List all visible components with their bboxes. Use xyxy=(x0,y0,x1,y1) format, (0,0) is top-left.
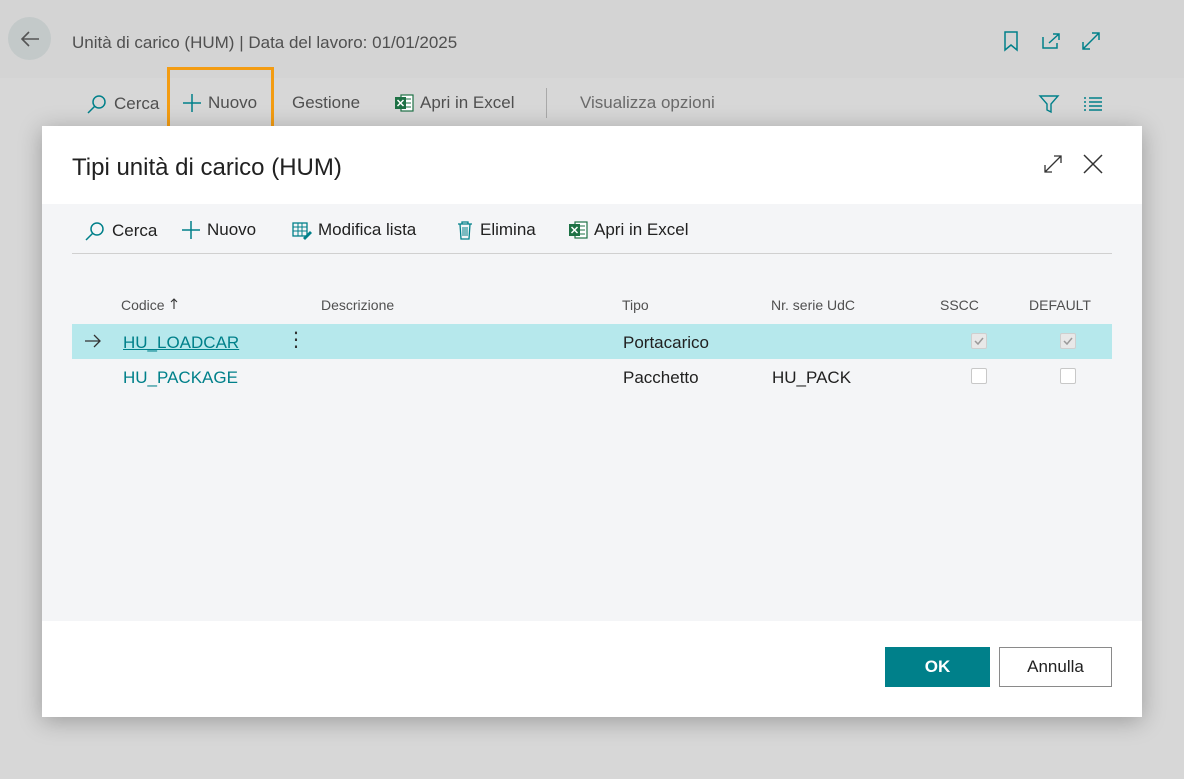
row-type: Portacarico xyxy=(623,333,709,352)
bg-search-label: Cerca xyxy=(114,94,160,113)
list-view-button[interactable] xyxy=(1082,93,1104,120)
column-header-code[interactable]: Codice xyxy=(121,297,178,313)
row-type: Pacchetto xyxy=(623,368,699,387)
column-header-sscc[interactable]: SSCC xyxy=(940,297,979,313)
dialog-title: Tipi unità di carico (HUM) xyxy=(72,154,342,181)
dialog-toolbar: Cerca Nuovo Modifica lista Elimina Apri … xyxy=(72,204,1112,254)
toolbar-separator xyxy=(546,88,547,118)
dialog-body: Cerca Nuovo Modifica lista Elimina Apri … xyxy=(42,204,1142,621)
expand-button[interactable] xyxy=(1080,30,1102,52)
share-button[interactable] xyxy=(1040,30,1062,52)
column-header-description[interactable]: Descrizione xyxy=(321,297,394,313)
cancel-button[interactable]: Annulla xyxy=(999,647,1112,687)
table-row[interactable]: HU_LOADCAR ⋮ Portacarico xyxy=(72,324,1112,359)
table-row[interactable]: HU_PACKAGE Pacchetto HU_PACK xyxy=(72,359,1112,394)
bg-manage-label: Gestione xyxy=(292,93,361,112)
dialog: Tipi unità di carico (HUM) Cerca Nuovo M… xyxy=(42,126,1142,717)
bg-view-options-label: Visualizza opzioni xyxy=(580,93,715,112)
excel-label: Apri in Excel xyxy=(594,220,689,239)
back-button[interactable] xyxy=(8,17,51,60)
bookmark-icon xyxy=(1004,31,1018,52)
bg-search-action[interactable]: Cerca xyxy=(86,93,159,115)
filter-button[interactable] xyxy=(1038,93,1060,120)
edit-list-icon xyxy=(292,222,312,240)
search-icon xyxy=(87,95,106,114)
dialog-close-button[interactable] xyxy=(1082,153,1104,180)
search-button[interactable]: Cerca xyxy=(84,220,157,242)
expand-icon xyxy=(1044,155,1062,173)
bookmark-button[interactable] xyxy=(1000,30,1022,52)
bg-excel-label: Apri in Excel xyxy=(420,93,515,112)
sort-ascending-icon xyxy=(171,298,178,309)
bg-manage-action[interactable]: Gestione xyxy=(292,93,360,113)
default-checkbox[interactable] xyxy=(1060,368,1076,384)
back-arrow-icon xyxy=(20,30,39,47)
dialog-footer: OK Annulla xyxy=(42,621,1142,717)
column-header-type[interactable]: Tipo xyxy=(622,297,649,313)
filter-icon xyxy=(1038,95,1060,114)
grid-header: Codice Descrizione Tipo Nr. serie UdC SS… xyxy=(72,292,1112,324)
expand-icon xyxy=(1082,32,1100,50)
highlight-annotation xyxy=(167,67,274,129)
delete-label: Elimina xyxy=(480,220,536,239)
plus-icon xyxy=(182,221,200,239)
column-header-serial[interactable]: Nr. serie UdC xyxy=(771,297,855,313)
bg-excel-action[interactable]: Apri in Excel xyxy=(394,93,514,113)
close-icon xyxy=(1083,154,1103,174)
default-checkbox[interactable] xyxy=(1060,333,1076,349)
search-icon xyxy=(85,222,104,241)
new-label: Nuovo xyxy=(207,220,257,239)
edit-list-button[interactable]: Modifica lista xyxy=(292,220,416,240)
new-button[interactable]: Nuovo xyxy=(181,220,256,240)
excel-icon xyxy=(395,94,414,112)
row-serial: HU_PACK xyxy=(772,368,852,387)
row-code-link[interactable]: HU_PACKAGE xyxy=(123,368,238,388)
checkmark-icon xyxy=(974,337,984,346)
column-code-label: Codice xyxy=(121,297,165,313)
delete-button[interactable]: Elimina xyxy=(456,220,536,240)
bg-view-options-action[interactable]: Visualizza opzioni xyxy=(580,93,715,113)
row-code-link[interactable]: HU_LOADCAR xyxy=(123,333,239,353)
excel-icon xyxy=(569,221,588,239)
ok-button[interactable]: OK xyxy=(885,647,990,687)
row-actions-menu[interactable]: ⋮ xyxy=(286,330,306,350)
dialog-expand-button[interactable] xyxy=(1042,153,1064,180)
list-icon xyxy=(1084,97,1102,111)
trash-icon xyxy=(458,221,472,240)
sscc-checkbox[interactable] xyxy=(971,333,987,349)
row-selector-arrow-icon xyxy=(85,334,101,348)
excel-button[interactable]: Apri in Excel xyxy=(568,220,688,240)
search-label: Cerca xyxy=(112,221,158,240)
share-icon xyxy=(1042,33,1060,49)
edit-list-label: Modifica lista xyxy=(318,220,417,239)
page-title: Unità di carico (HUM) | Data del lavoro:… xyxy=(72,33,458,52)
sscc-checkbox[interactable] xyxy=(971,368,987,384)
dialog-header: Tipi unità di carico (HUM) xyxy=(42,126,1142,204)
data-grid: Codice Descrizione Tipo Nr. serie UdC SS… xyxy=(72,292,1112,394)
checkmark-icon xyxy=(1063,337,1073,346)
column-header-default[interactable]: DEFAULT xyxy=(1029,297,1091,313)
